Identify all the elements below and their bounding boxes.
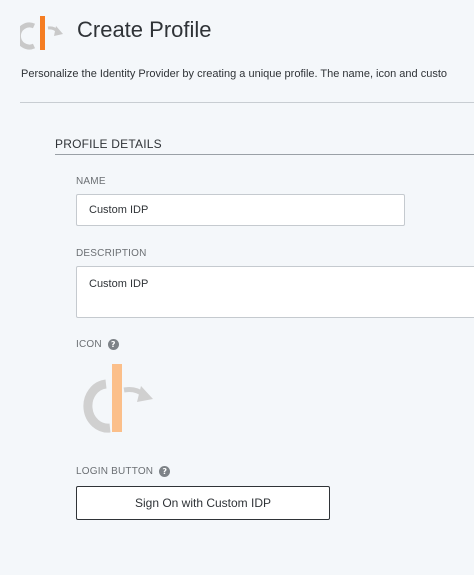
sign-on-button[interactable]: Sign On with Custom IDP — [76, 486, 330, 520]
page-description: Personalize the Identity Provider by cre… — [21, 68, 447, 80]
help-icon[interactable]: ? — [107, 339, 119, 350]
icon-label: ICON ? — [76, 339, 119, 350]
name-label: NAME — [76, 176, 106, 187]
section-divider — [55, 154, 474, 155]
description-label-text: DESCRIPTION — [76, 248, 147, 259]
help-icon[interactable]: ? — [159, 466, 171, 477]
icon-label-text: ICON — [76, 339, 102, 350]
login-button-label-text: LOGIN BUTTON — [76, 466, 154, 477]
section-title: PROFILE DETAILS — [55, 137, 162, 151]
openid-logo-icon[interactable] — [76, 362, 156, 434]
login-button-label: LOGIN BUTTON ? — [76, 466, 171, 477]
description-textarea[interactable]: Custom IDP — [76, 266, 474, 318]
page-title: Create Profile — [77, 17, 212, 42]
name-label-text: NAME — [76, 176, 106, 187]
name-input[interactable]: Custom IDP — [76, 194, 405, 226]
description-label: DESCRIPTION — [76, 248, 147, 259]
header-divider — [20, 102, 474, 103]
openid-logo-icon — [15, 12, 64, 52]
